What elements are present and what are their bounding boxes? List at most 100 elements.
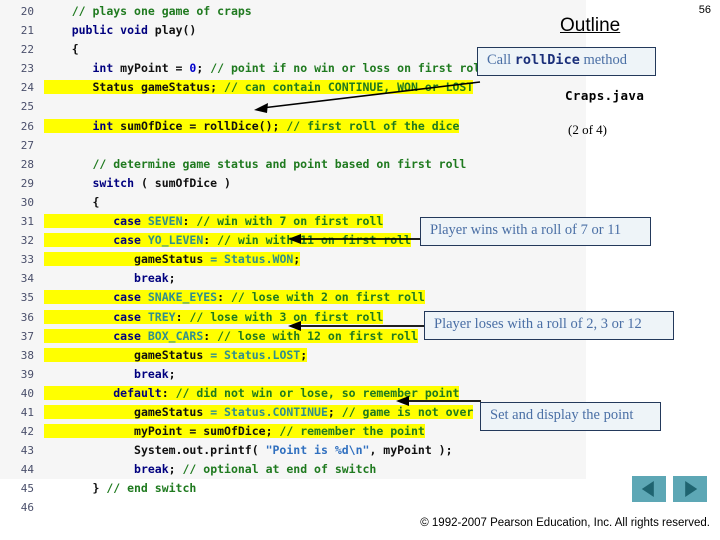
code-token: BOX_CARS (147, 328, 204, 343)
code-line: 39 break; (0, 365, 586, 384)
code-token: Status (92, 80, 141, 95)
code-line-text: int sumOfDice = rollDice(); // first rol… (44, 117, 460, 136)
code-line-text: gameStatus = Status.LOST; (44, 346, 308, 365)
code-line: 33 gameStatus = Status.WON; (0, 250, 586, 269)
code-token: { (44, 42, 79, 57)
code-token: myPoint = (120, 61, 190, 76)
code-line: 35 case SNAKE_EYES: // lose with 2 on fi… (0, 288, 586, 307)
code-line-text: { (44, 40, 79, 59)
code-line: 21 public void play() (0, 21, 586, 40)
previous-slide-button[interactable] (632, 476, 666, 502)
code-token: case (113, 290, 148, 305)
code-token: ; (327, 404, 342, 419)
code-token: gameStatus (134, 404, 211, 419)
code-line-text: gameStatus = Status.CONTINUE; // game is… (44, 403, 474, 422)
code-token: // optional at end of switch (182, 462, 377, 477)
code-line-text: gameStatus = Status.WON; (44, 250, 301, 269)
code-line-text: { (44, 193, 99, 212)
line-number: 46 (20, 501, 34, 515)
line-number: 37 (20, 329, 34, 343)
code-line: 43 System.out.printf( "Point is %d\n", m… (0, 441, 586, 460)
line-number: 41 (20, 405, 34, 419)
line-number: 42 (20, 425, 34, 439)
next-slide-button[interactable] (673, 476, 707, 502)
code-token: ; (168, 462, 183, 477)
code-token: ; (293, 252, 301, 267)
line-number: 38 (20, 348, 34, 362)
code-token: break (134, 366, 169, 381)
line-number: 40 (20, 386, 34, 400)
callout-rolldice-suffix: method (579, 52, 627, 68)
code-token: myPoint = sumOfDice; (134, 424, 280, 439)
line-number: 44 (20, 463, 34, 477)
code-token: : (203, 233, 218, 248)
code-token: default (113, 385, 162, 400)
code-line: 25 (0, 97, 586, 116)
line-number: 34 (20, 272, 34, 286)
line-number: 36 (20, 310, 34, 324)
code-token: // remember the point (279, 424, 425, 439)
code-token: LOST (272, 347, 301, 362)
code-token: // lose with 2 on first roll (230, 290, 425, 305)
line-number: 23 (20, 62, 34, 76)
code-line-text: case SNAKE_EYES: // lose with 2 on first… (44, 288, 425, 307)
code-token: sumOfDice = rollDice(); (120, 118, 287, 133)
code-line-text: myPoint = sumOfDice; // remember the poi… (44, 422, 425, 441)
code-line-text: switch ( sumOfDice ) (44, 174, 230, 193)
code-token: play() (154, 23, 197, 38)
code-line-text: default: // did not win or lose, so reme… (44, 384, 460, 403)
triangle-right-icon (685, 481, 698, 497)
code-token: int (92, 61, 121, 76)
code-token: // plays one game of craps (71, 4, 252, 18)
code-line: 45 } // end switch (0, 479, 586, 498)
code-token: System.out.printf( (134, 443, 266, 458)
code-line-text: case TREY: // lose with 3 on first roll (44, 308, 384, 327)
code-line-text: break; (44, 365, 176, 384)
code-line-text: // plays one game of craps (44, 2, 252, 21)
code-token: , myPoint ); (369, 443, 453, 458)
code-token: = (210, 347, 225, 362)
code-token: Status.CONTINUE (224, 404, 328, 419)
line-number: 43 (20, 444, 34, 458)
slide-progress-label: (2 of 4) (568, 122, 607, 137)
line-number: 25 (20, 100, 34, 114)
code-line: 34 break; (0, 269, 586, 288)
callout-set-point: Set and display the point (480, 402, 661, 431)
code-token: case (113, 214, 148, 229)
callout-rolldice-code: rollDice (514, 52, 580, 68)
page-title: Outline (560, 15, 621, 36)
line-number: 21 (20, 24, 34, 38)
code-line-text: case SEVEN: // win with 7 on first roll (44, 212, 384, 231)
code-line: 46 (0, 498, 586, 517)
code-token: break (134, 462, 169, 477)
callout-player-wins: Player wins with a roll of 7 or 11 (420, 217, 651, 246)
code-token: YO_LEVEN (147, 233, 204, 248)
code-line: 26 int sumOfDice = rollDice(); // first … (0, 117, 586, 136)
code-line-text: } // end switch (44, 479, 196, 498)
code-token: Status. (224, 252, 273, 267)
code-line-text: System.out.printf( "Point is %d\n", myPo… (44, 441, 453, 460)
file-name-label: Craps.java (565, 88, 645, 103)
code-token: : (175, 309, 190, 324)
code-line-text: // determine game status and point based… (44, 155, 466, 174)
code-token: int (92, 118, 121, 133)
code-line-text: int myPoint = 0; // point if no win or l… (44, 59, 487, 78)
code-line-text: break; // optional at end of switch (44, 460, 376, 479)
code-token: // win with 11 on first roll (217, 233, 411, 248)
code-line: 27 (0, 136, 586, 155)
code-token: case (113, 328, 148, 343)
copyright-notice: © 1992-2007 Pearson Education, Inc. All … (420, 517, 710, 529)
code-line: 44 break; // optional at end of switch (0, 460, 586, 479)
code-token: : (182, 214, 197, 229)
